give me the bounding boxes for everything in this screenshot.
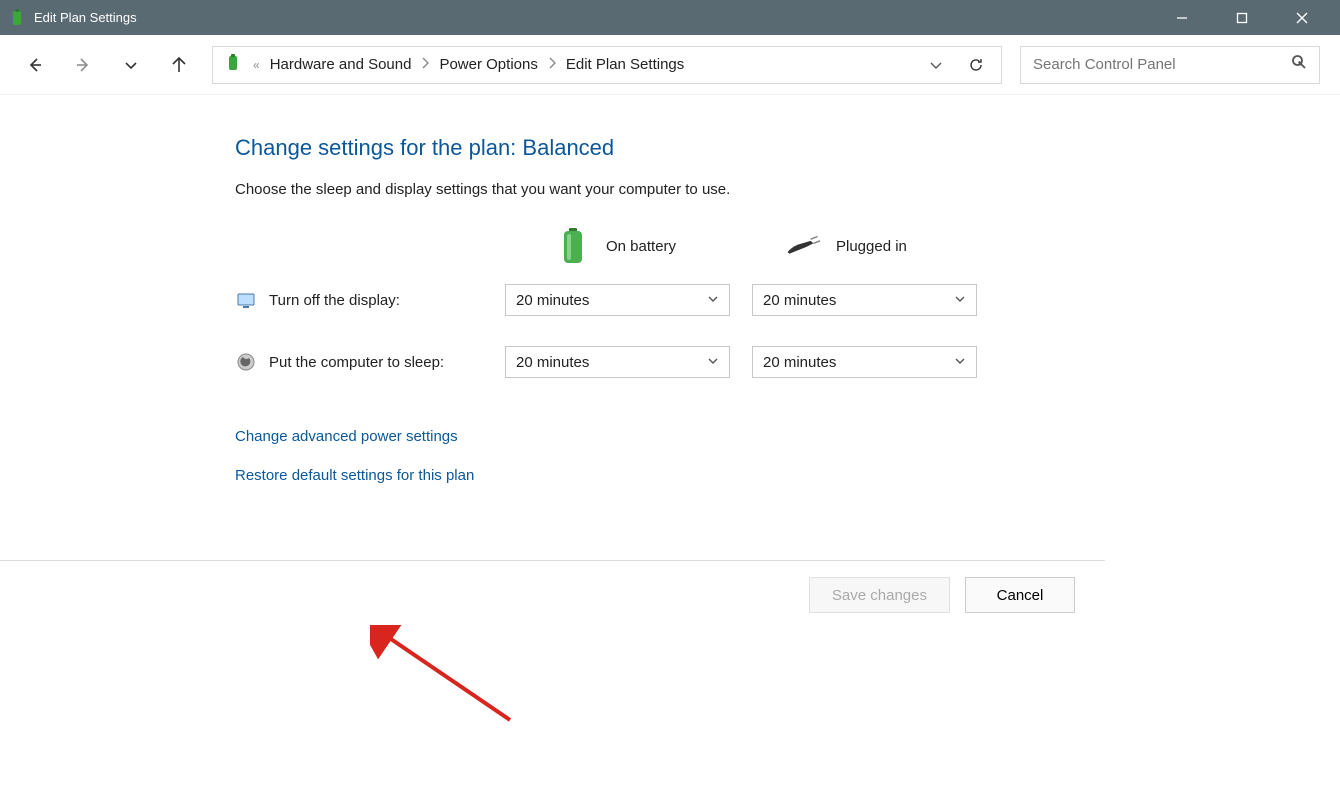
dropdown-value: 20 minutes [516, 292, 589, 309]
cancel-button[interactable]: Cancel [965, 577, 1075, 613]
page-subtitle: Choose the sleep and display settings th… [235, 181, 1340, 198]
search-box[interactable] [1020, 46, 1320, 84]
dropdown-sleep-plugged[interactable]: 20 minutes [752, 346, 977, 378]
chevron-right-icon [421, 57, 429, 72]
back-button[interactable] [20, 50, 50, 80]
chevron-down-icon [707, 354, 719, 371]
address-icon [223, 53, 243, 77]
chevron-down-icon [707, 292, 719, 309]
app-icon [8, 9, 26, 27]
setting-label-display: Turn off the display: [269, 292, 400, 309]
window-title: Edit Plan Settings [34, 10, 137, 25]
dropdown-value: 20 minutes [763, 292, 836, 309]
chevron-down-icon [954, 354, 966, 371]
sleep-icon [235, 351, 257, 373]
main-content: Change settings for the plan: Balanced C… [0, 95, 1340, 484]
save-button: Save changes [809, 577, 950, 613]
refresh-button[interactable] [961, 50, 991, 80]
recent-locations-button[interactable] [116, 50, 146, 80]
address-dropdown-button[interactable] [921, 50, 951, 80]
breadcrumb-ellipsis[interactable]: « [253, 58, 260, 72]
column-headers: On battery Plugged in [235, 228, 1340, 264]
column-header-plugged: Plugged in [836, 238, 907, 255]
link-advanced-settings[interactable]: Change advanced power settings [235, 428, 458, 445]
dropdown-value: 20 minutes [516, 354, 589, 371]
search-input[interactable] [1033, 56, 1291, 73]
forward-button[interactable] [68, 50, 98, 80]
page-title: Change settings for the plan: Balanced [235, 135, 1340, 161]
column-header-battery: On battery [606, 238, 676, 255]
chevron-down-icon [954, 292, 966, 309]
plug-icon [785, 228, 821, 264]
display-icon [235, 289, 257, 311]
battery-icon [555, 228, 591, 264]
setting-label-sleep: Put the computer to sleep: [269, 354, 444, 371]
close-button[interactable] [1272, 0, 1332, 35]
minimize-button[interactable] [1152, 0, 1212, 35]
dropdown-value: 20 minutes [763, 354, 836, 371]
annotation-arrow [370, 625, 530, 735]
dropdown-display-battery[interactable]: 20 minutes [505, 284, 730, 316]
button-bar: Save changes Cancel [0, 560, 1105, 629]
maximize-button[interactable] [1212, 0, 1272, 35]
links-section: Change advanced power settings Restore d… [235, 428, 1340, 484]
breadcrumb-item-edit[interactable]: Edit Plan Settings [566, 56, 684, 73]
navigation-row: « Hardware and Sound Power Options Edit … [0, 35, 1340, 95]
link-restore-defaults[interactable]: Restore default settings for this plan [235, 467, 474, 484]
address-bar[interactable]: « Hardware and Sound Power Options Edit … [212, 46, 1002, 84]
setting-row-display: Turn off the display: 20 minutes 20 minu… [235, 284, 1340, 316]
up-button[interactable] [164, 50, 194, 80]
dropdown-display-plugged[interactable]: 20 minutes [752, 284, 977, 316]
search-icon[interactable] [1291, 54, 1307, 75]
setting-row-sleep: Put the computer to sleep: 20 minutes 20… [235, 346, 1340, 378]
titlebar: Edit Plan Settings [0, 0, 1340, 35]
chevron-right-icon [548, 57, 556, 72]
breadcrumb-item-hardware[interactable]: Hardware and Sound [270, 56, 412, 73]
breadcrumb-item-power[interactable]: Power Options [439, 56, 537, 73]
dropdown-sleep-battery[interactable]: 20 minutes [505, 346, 730, 378]
